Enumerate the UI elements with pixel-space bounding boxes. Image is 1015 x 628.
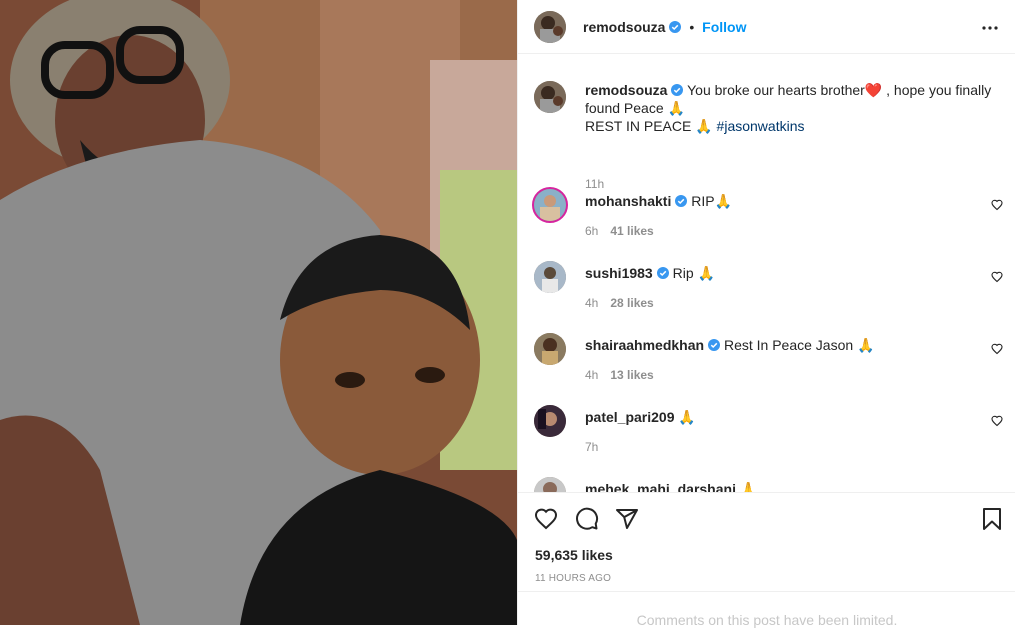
- comment-like-heart-icon[interactable]: [991, 343, 1003, 355]
- more-options-icon[interactable]: [981, 19, 999, 37]
- verified-icon: [675, 195, 688, 207]
- comment-like-heart-icon[interactable]: [991, 415, 1003, 427]
- praying-hands-icon: 🙏: [667, 100, 685, 116]
- caption-time[interactable]: 11h: [585, 177, 604, 191]
- share-icon[interactable]: [615, 507, 639, 531]
- post-header: remodsouza • Follow: [518, 0, 1015, 54]
- heart-icon[interactable]: [534, 507, 558, 531]
- follow-button[interactable]: Follow: [702, 19, 746, 35]
- post-image: [0, 0, 517, 625]
- praying-hands-icon: 🙏: [697, 265, 715, 281]
- comment-avatar[interactable]: [534, 261, 566, 293]
- verified-icon: [708, 339, 721, 351]
- comment-time[interactable]: 4h: [585, 368, 598, 382]
- comment-icon[interactable]: [575, 507, 599, 531]
- caption-line1b: , hope you finally: [886, 82, 992, 98]
- comment-avatar[interactable]: [534, 477, 566, 492]
- red-heart-icon: ❤️: [864, 82, 883, 98]
- bookmark-icon[interactable]: [981, 507, 1003, 531]
- comment-time[interactable]: 4h: [585, 296, 598, 310]
- post-photo[interactable]: [0, 0, 517, 625]
- verified-icon: [656, 267, 669, 279]
- caption-line2: found Peace: [585, 100, 664, 116]
- comment-username[interactable]: patel_pari209: [585, 409, 675, 425]
- author-avatar[interactable]: [534, 11, 566, 43]
- verified-icon: [669, 21, 682, 33]
- post-timestamp[interactable]: 11 HOURS AGO: [535, 573, 611, 584]
- praying-hands-icon: 🙏: [678, 409, 696, 425]
- comment-time[interactable]: 7h: [585, 440, 598, 454]
- comments-scroll[interactable]: remodsouza You broke our hearts brother❤…: [518, 55, 1015, 492]
- caption-avatar[interactable]: [534, 81, 566, 113]
- caption-line3: REST IN PEACE: [585, 118, 692, 134]
- comment-avatar[interactable]: [534, 333, 566, 365]
- comment-avatar[interactable]: [534, 405, 566, 437]
- praying-hands-icon: 🙏: [714, 193, 733, 209]
- comment-avatar[interactable]: [532, 187, 568, 223]
- comment-likes[interactable]: 28 likes: [610, 296, 653, 310]
- post-panel: remodsouza • Follow remodsouza You broke…: [517, 0, 1015, 628]
- comment-time[interactable]: 6h: [585, 224, 598, 238]
- caption-text: remodsouza You broke our hearts brother❤…: [585, 81, 997, 135]
- comment-text: Rest In Peace Jason: [723, 337, 854, 353]
- verified-icon: [671, 84, 684, 96]
- comment-like-heart-icon[interactable]: [991, 271, 1003, 283]
- hashtag-link[interactable]: #jasonwatkins: [717, 118, 805, 134]
- praying-hands-icon: 🙏: [857, 337, 875, 353]
- praying-hands-icon: 🙏: [695, 118, 713, 134]
- comment-username[interactable]: sushi1983: [585, 265, 653, 281]
- comment-username[interactable]: mehek_mahi_darshani: [585, 481, 736, 492]
- author-username[interactable]: remodsouza: [583, 19, 665, 35]
- comments-limited-notice: Comments on this post have been limited.: [518, 591, 1015, 628]
- comment-like-heart-icon[interactable]: [991, 199, 1003, 211]
- comment-username[interactable]: mohanshakti: [585, 193, 671, 209]
- caption-username[interactable]: remodsouza: [585, 82, 667, 98]
- comment-text: Rip: [672, 265, 694, 281]
- praying-hands-icon: 🙏: [739, 481, 758, 492]
- comment-text: RIP: [691, 193, 715, 209]
- comment-likes[interactable]: 13 likes: [610, 368, 653, 382]
- likes-count[interactable]: 59,635 likes: [535, 547, 613, 563]
- dot-separator: •: [689, 19, 695, 35]
- comment-username[interactable]: shairaahmedkhan: [585, 337, 704, 353]
- comment-likes[interactable]: 41 likes: [610, 224, 653, 238]
- caption-line1: You broke our hearts brother: [687, 82, 865, 98]
